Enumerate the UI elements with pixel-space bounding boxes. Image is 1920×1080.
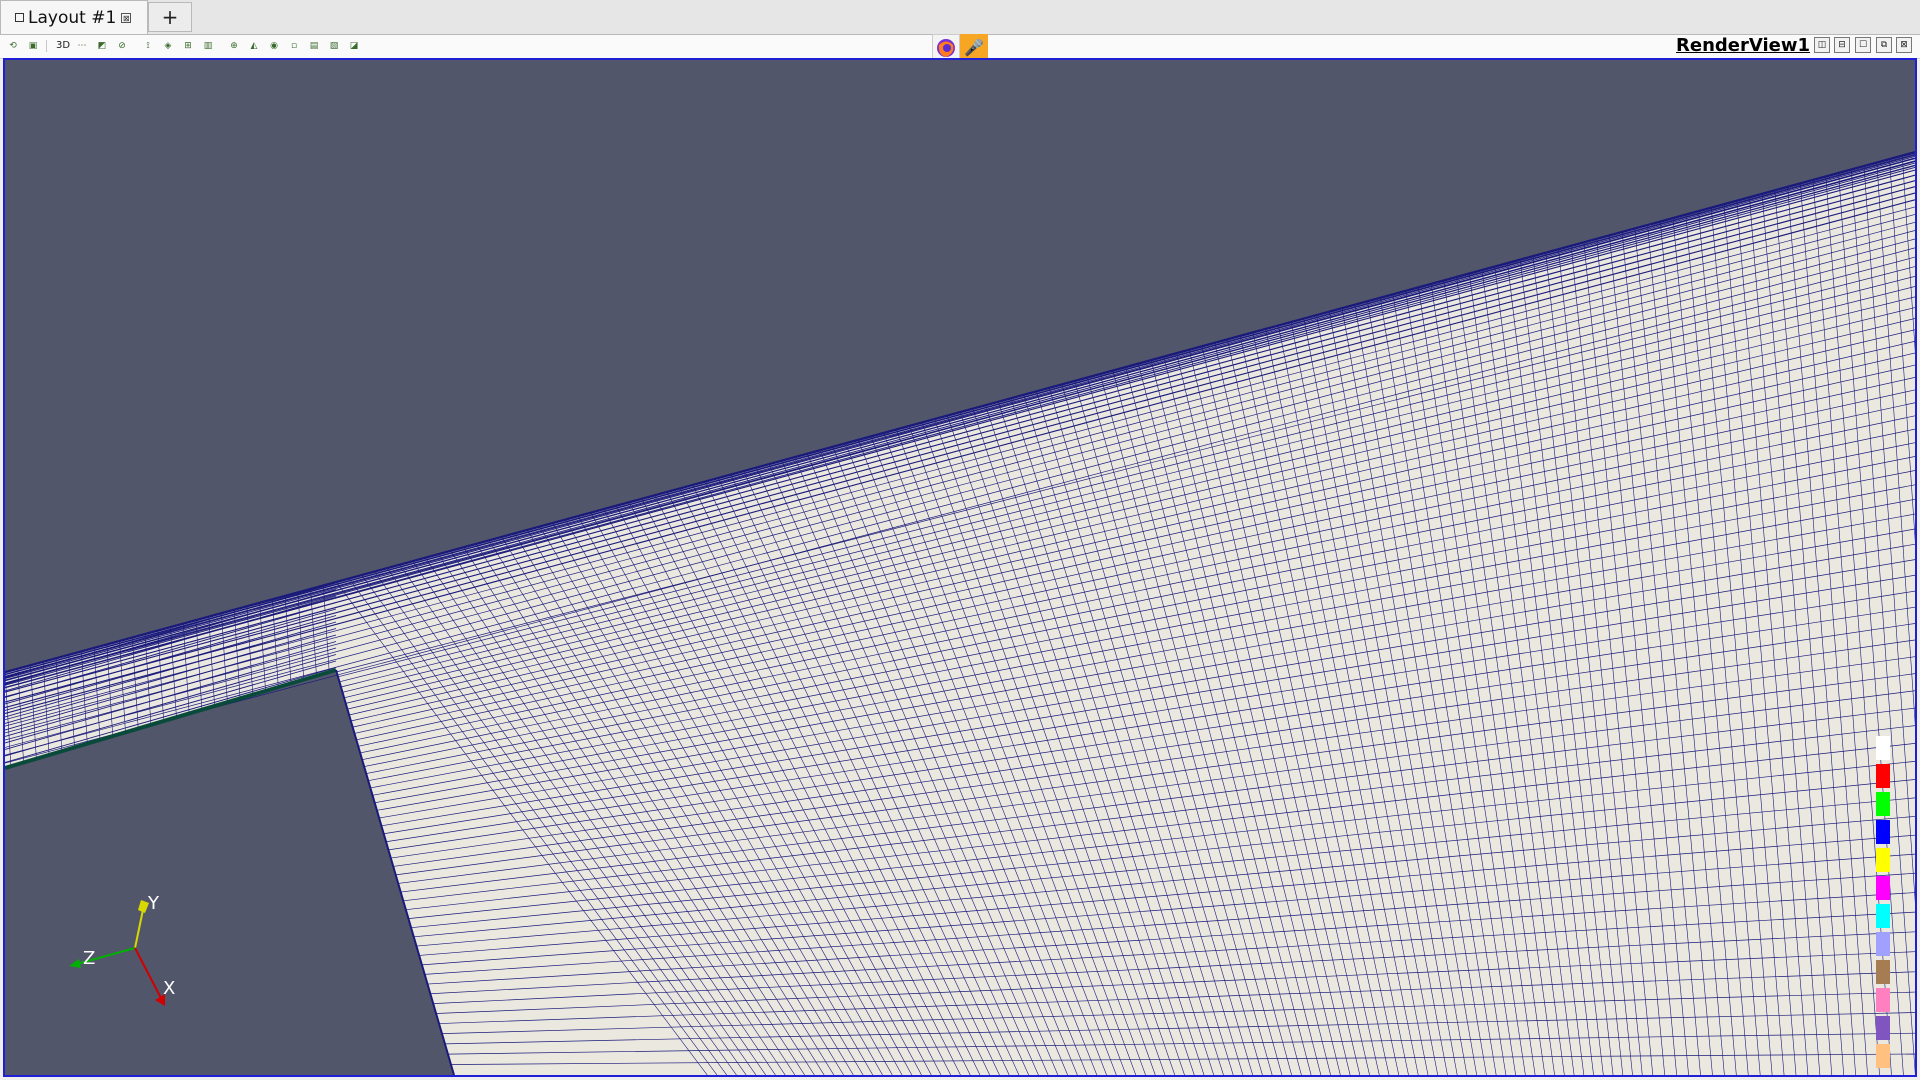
render-view-title: RenderView1 (1676, 35, 1810, 56)
legend-swatch (1876, 932, 1890, 956)
z-axis-arrow (69, 959, 81, 968)
hover-query-icon[interactable]: ▫ (287, 39, 301, 53)
grow-selection-icon[interactable]: ⊕ (227, 39, 241, 53)
shrink-selection-icon[interactable]: ◭ (247, 39, 261, 53)
maximize-icon[interactable]: ☐ (1855, 37, 1871, 53)
select-icon[interactable]: ▣ (26, 39, 40, 53)
interactive-select-icon[interactable]: ▥ (201, 39, 215, 53)
legend-swatch (1876, 848, 1890, 872)
tab-layout-1[interactable]: Layout #1 ⊠ (0, 0, 148, 34)
reset-camera-icon[interactable]: ⟲ (6, 39, 20, 53)
legend-swatch (1876, 820, 1890, 844)
legend-swatch (1876, 1044, 1890, 1068)
select-cells-icon[interactable]: ⟟ (141, 39, 155, 53)
zoom-box-icon[interactable]: ⊘ (115, 39, 129, 53)
select-block-icon[interactable]: ⊞ (181, 39, 195, 53)
split-horizontal-icon[interactable]: ◫ (1814, 37, 1830, 53)
add-tab-button[interactable]: + (148, 2, 192, 32)
zoom-to-data-icon[interactable]: ◩ (95, 39, 109, 53)
toggle-3d-button[interactable]: 3D (53, 39, 73, 53)
pick-icon[interactable]: ▤ (307, 39, 321, 53)
camera-icon[interactable]: ⋯ (75, 39, 89, 53)
legend-swatch (1876, 876, 1890, 900)
legend-swatch (1876, 792, 1890, 816)
legend-swatch (1876, 904, 1890, 928)
close-view-icon[interactable]: ⊠ (1896, 37, 1912, 53)
clear-selection-icon[interactable]: ◉ (267, 39, 281, 53)
layout-icon (15, 13, 24, 22)
z-axis-label: Z (83, 948, 95, 969)
legend-swatch (1876, 764, 1890, 788)
select-points-icon[interactable]: ◈ (161, 39, 175, 53)
toolbar-separator (46, 40, 47, 52)
find-data-icon[interactable]: ▧ (327, 39, 341, 53)
y-axis-label: Y (147, 893, 160, 914)
render-viewport[interactable]: Y Z X (3, 58, 1917, 1077)
split-vertical-icon[interactable]: ⊟ (1834, 37, 1850, 53)
x-axis-label: X (163, 978, 175, 999)
legend-swatch (1876, 1016, 1890, 1040)
legend-swatch (1876, 988, 1890, 1012)
cursor-icon[interactable]: ◪ (347, 39, 361, 53)
mesh-surface (5, 151, 1915, 1075)
tab-bar: Layout #1 ⊠ + (0, 0, 1920, 35)
close-tab-icon[interactable]: ⊠ (121, 12, 132, 23)
restore-icon[interactable]: ⧉ (1876, 37, 1892, 53)
mesh-scene: Y Z X (5, 151, 1915, 1075)
legend-swatch (1876, 736, 1890, 760)
orientation-axes: Y Z X (69, 893, 175, 1006)
legend-swatch (1876, 960, 1890, 984)
tab-label: Layout #1 (28, 7, 117, 28)
x-axis-line (134, 947, 163, 1001)
